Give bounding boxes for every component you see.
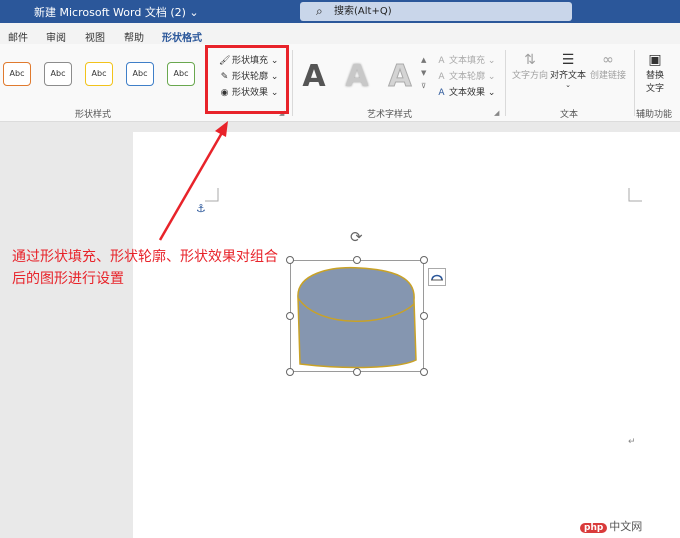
annotation-text: 通过形状填充、形状轮廓、形状效果对组合后的图形进行设置 — [12, 249, 278, 287]
search-box[interactable]: ⌕ — [300, 2, 572, 21]
picture-icon: ▣ — [648, 52, 662, 68]
alt-text-button[interactable]: ▣ 替换 文字 — [638, 52, 672, 94]
resize-handle[interactable] — [420, 312, 428, 320]
margin-corner-mark — [628, 188, 642, 202]
search-icon: ⌕ — [316, 4, 323, 18]
divider — [634, 50, 635, 116]
highlight-box — [205, 45, 289, 114]
resize-handle[interactable] — [286, 368, 294, 376]
chevron-down-icon: ⌄ — [565, 81, 571, 89]
ribbon: Abc Abc Abc Abc Abc 形状样式 🖌 形状填充 ⌄ ✎ 形状轮廓 ⌄… — [0, 44, 680, 122]
tab-mailings[interactable]: 邮件 — [8, 29, 28, 44]
watermark-logo: php — [580, 523, 608, 533]
wordart-style-outline[interactable]: A — [382, 58, 418, 96]
link-icon: ∞ — [602, 52, 614, 68]
rotate-handle-icon[interactable]: ⟳ — [350, 228, 363, 246]
tab-shape-format[interactable]: 形状格式 — [162, 29, 202, 48]
search-input[interactable] — [334, 4, 554, 19]
align-text-button[interactable]: ☰ 对齐文本 ⌄ — [549, 52, 587, 89]
grouped-shape[interactable] — [290, 260, 424, 372]
gallery-scroll[interactable]: ▲ ▼ ⊽ — [421, 54, 426, 93]
resize-handle[interactable] — [353, 368, 361, 376]
tab-help[interactable]: 帮助 — [124, 29, 144, 44]
resize-handle[interactable] — [286, 256, 294, 264]
window-title: 新建 Microsoft Word 文档 (2) ⌄ — [34, 6, 199, 19]
divider — [292, 50, 293, 116]
resize-handle[interactable] — [286, 312, 294, 320]
margin-corner-mark — [205, 188, 219, 202]
shape-style-swatch[interactable]: Abc — [44, 62, 72, 86]
watermark: php 中文网 — [580, 518, 642, 534]
divider — [505, 50, 506, 116]
text-fill-icon: A — [438, 56, 445, 66]
text-fill-button[interactable]: A 文本填充 ⌄ — [436, 53, 495, 66]
shape-style-swatch[interactable]: Abc — [85, 62, 113, 86]
tab-review[interactable]: 审阅 — [46, 29, 66, 44]
group-label-accessibility: 辅助功能 — [636, 110, 673, 120]
group-label-shape-styles: 形状样式 — [75, 110, 112, 120]
resize-handle[interactable] — [353, 256, 361, 264]
tab-view[interactable]: 视图 — [85, 29, 105, 44]
anchor-icon: ⚓ — [196, 202, 206, 215]
group-label-wordart: 艺术字样式 — [367, 110, 413, 120]
align-text-icon: ☰ — [561, 52, 575, 68]
ribbon-tabs: 邮件 审阅 视图 帮助 形状格式 — [0, 23, 680, 48]
text-effect-icon: A — [438, 88, 445, 98]
text-effect-button[interactable]: A 文本效果 ⌄ — [436, 85, 495, 98]
create-link-button[interactable]: ∞ 创建链接 — [589, 52, 627, 81]
group-label-text: 文本 — [560, 110, 579, 120]
wordart-style-dark[interactable]: A — [296, 58, 332, 96]
layout-options-icon[interactable] — [428, 268, 446, 286]
text-outline-icon: A — [438, 72, 445, 82]
text-outline-button[interactable]: A 文本轮廓 ⌄ — [436, 69, 495, 82]
paragraph-mark-icon: ↵ — [628, 437, 636, 447]
shape-style-swatch[interactable]: Abc — [167, 62, 195, 86]
resize-handle[interactable] — [420, 368, 428, 376]
text-direction-button[interactable]: ⇅ 文字方向 — [511, 52, 549, 81]
title-bar: 新建 Microsoft Word 文档 (2) ⌄ ⌕ — [0, 0, 680, 23]
text-direction-icon: ⇅ — [524, 52, 536, 68]
shape-style-swatch[interactable]: Abc — [126, 62, 154, 86]
shape-style-swatch[interactable]: Abc — [3, 62, 31, 86]
dialog-launcher-icon[interactable]: ◢ — [494, 109, 499, 117]
resize-handle[interactable] — [420, 256, 428, 264]
wordart-style-light[interactable]: A — [339, 58, 375, 96]
